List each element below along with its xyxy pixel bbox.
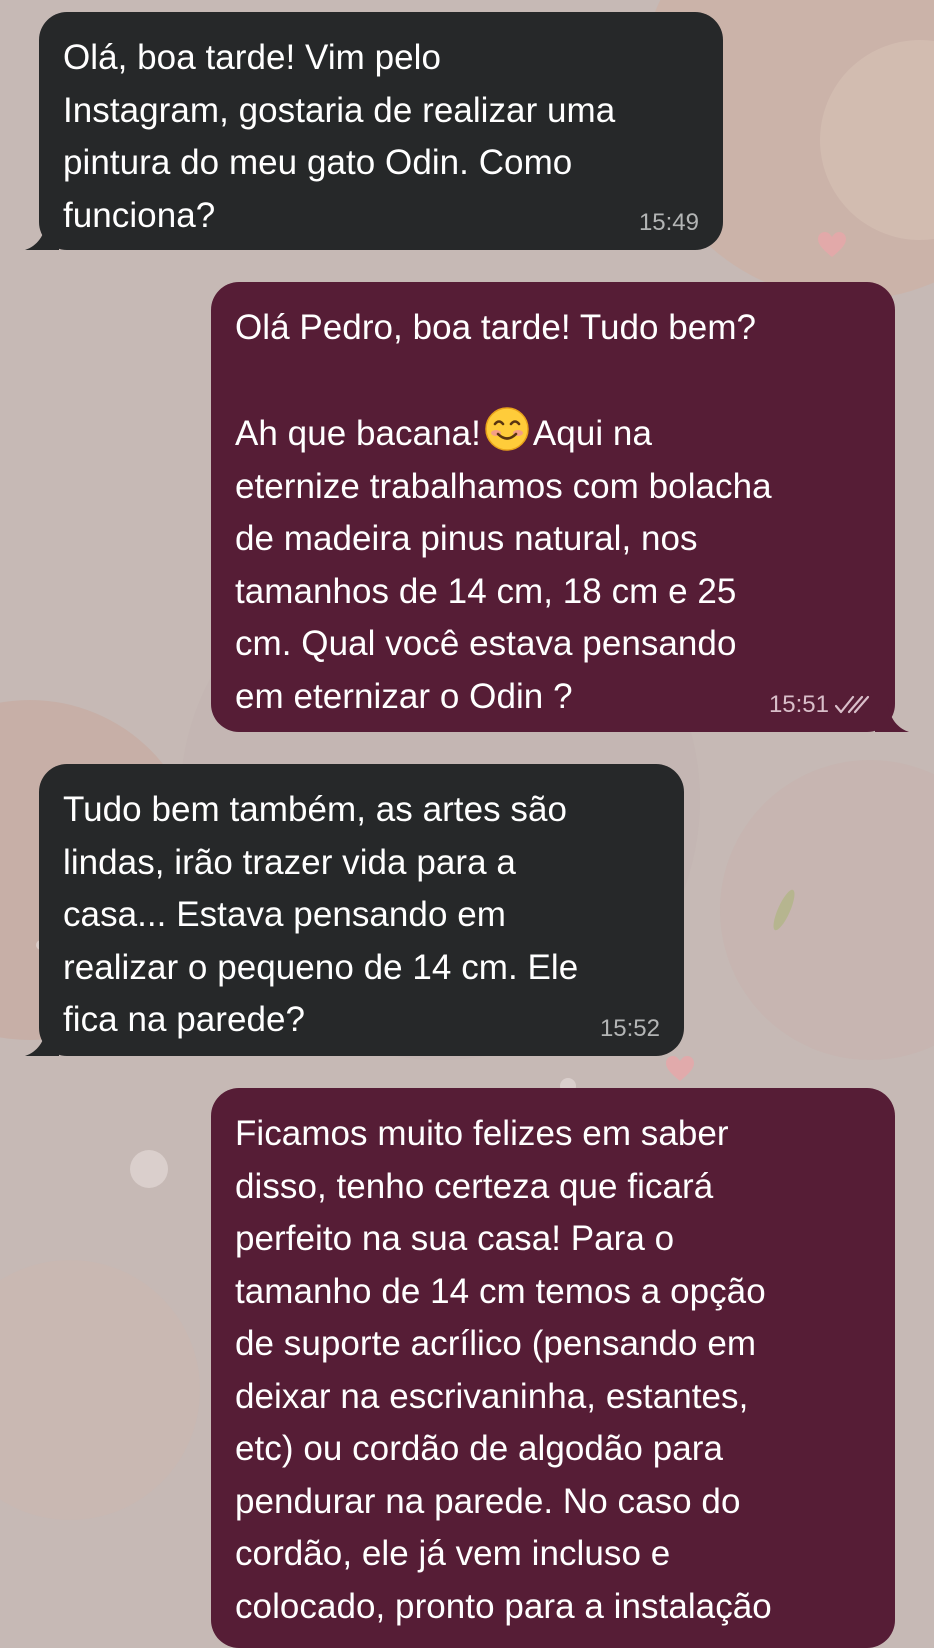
double-check-icon <box>835 695 870 714</box>
message-time: 15:51 <box>768 691 829 718</box>
message-text: Olá Pedro, boa tarde! Tudo bem? Ah que ba… <box>235 302 871 723</box>
message-text: Tudo bem também, as artes são lindas, ir… <box>63 790 579 1039</box>
message-meta: 15:49 <box>639 208 699 238</box>
bubble-tail <box>875 700 909 732</box>
incoming-message[interactable]: Tudo bem também, as artes são lindas, ir… <box>25 764 684 1056</box>
bubble-tail <box>25 1024 59 1056</box>
outgoing-message[interactable]: Ficamos muito felizes em saber disso, te… <box>211 1088 895 1648</box>
message-meta: 15:51 <box>769 690 871 720</box>
message-time: 15:49 <box>638 209 699 236</box>
outgoing-message[interactable]: Olá Pedro, boa tarde! Tudo bem? Ah que ba… <box>211 282 909 732</box>
message-text: Olá, boa tarde! Vim pelo Instagram, gost… <box>63 38 616 235</box>
chat-messages: Olá, boa tarde! Vim pelo Instagram, gost… <box>0 0 934 1648</box>
smiling-face-emoji-icon <box>485 407 529 451</box>
message-text-line: Olá Pedro, boa tarde! Tudo bem? <box>235 308 757 347</box>
message-text-segment: Aqui na eternize trabalhamos com bolacha… <box>235 414 772 716</box>
message-meta: 15:52 <box>600 1014 660 1044</box>
bubble-tail <box>25 218 59 250</box>
incoming-message[interactable]: Olá, boa tarde! Vim pelo Instagram, gost… <box>25 12 723 250</box>
message-text: Ficamos muito felizes em saber disso, te… <box>235 1114 772 1626</box>
message-text-segment: Ah que bacana! <box>235 414 481 453</box>
message-time: 15:52 <box>599 1015 660 1042</box>
